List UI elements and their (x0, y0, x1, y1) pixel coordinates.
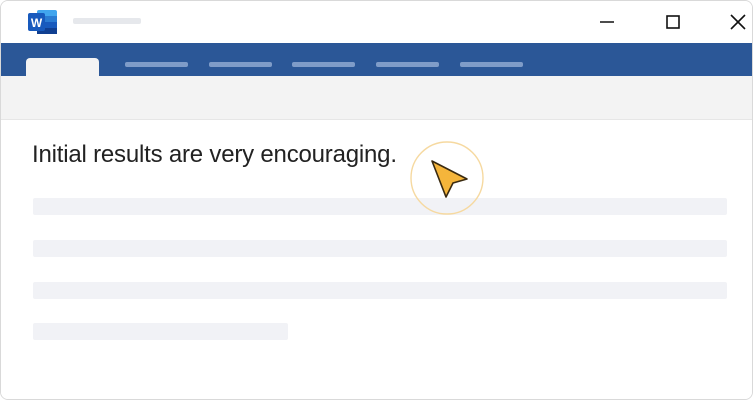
document-text[interactable]: Initial results are very encouraging. (32, 141, 397, 169)
ribbon-tab[interactable] (125, 62, 188, 67)
window-title-placeholder (73, 18, 141, 24)
svg-text:W: W (31, 16, 43, 30)
word-icon: W (27, 7, 59, 37)
ribbon-tab[interactable] (292, 62, 355, 67)
maximize-icon (666, 15, 680, 29)
ribbon-tab-bar (1, 43, 752, 76)
text-line-placeholder (33, 323, 288, 340)
ribbon-tab[interactable] (376, 62, 439, 67)
maximize-button[interactable] (660, 9, 686, 35)
text-line-placeholder (33, 240, 727, 257)
minimize-icon (600, 21, 614, 23)
title-bar: W (1, 1, 752, 43)
minimize-button[interactable] (594, 9, 620, 35)
close-icon (730, 14, 746, 30)
ribbon-tab-active[interactable] (26, 58, 99, 76)
ribbon-tab[interactable] (209, 62, 272, 67)
text-line-placeholder (33, 198, 727, 215)
pointer-cursor-icon (409, 140, 487, 218)
document-canvas[interactable]: Initial results are very encouraging. (1, 120, 752, 399)
close-button[interactable] (725, 9, 751, 35)
word-window: W Initial results are very encouraging. (0, 0, 753, 400)
ribbon-tab[interactable] (460, 62, 523, 67)
text-line-placeholder (33, 282, 727, 299)
ribbon-toolbar (1, 76, 752, 120)
